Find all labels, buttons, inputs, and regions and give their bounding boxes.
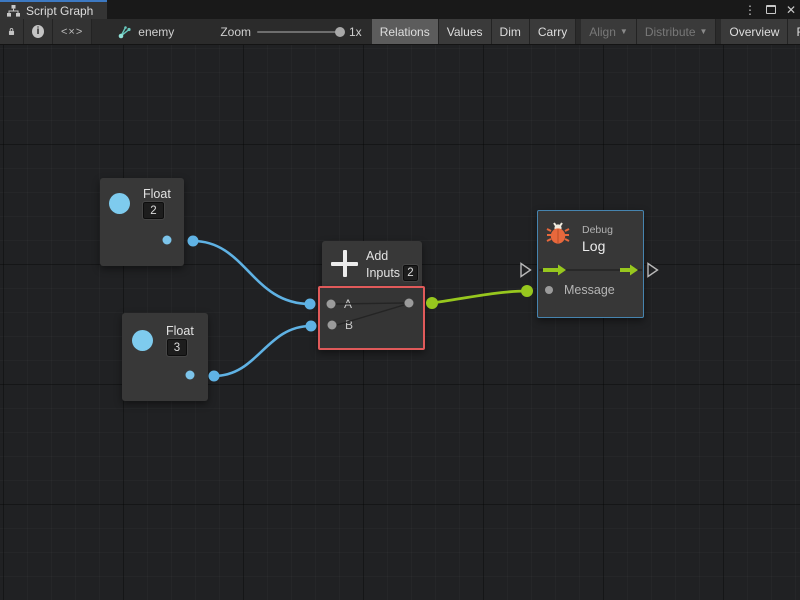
connection-endpoint[interactable] xyxy=(521,285,533,297)
zoom-label: Zoom xyxy=(220,25,251,39)
connection-endpoint[interactable] xyxy=(188,236,199,247)
connection-add-to-message[interactable] xyxy=(432,291,527,303)
node-title: Float xyxy=(166,324,194,338)
node-add-header[interactable]: Add Inputs 2 xyxy=(322,241,422,286)
connection-endpoint[interactable] xyxy=(306,321,317,332)
connection-endpoint[interactable] xyxy=(209,371,220,382)
zoom-control: Zoom 1x xyxy=(210,19,371,44)
align-dropdown[interactable]: Align ▼ xyxy=(581,19,637,44)
graph-toolbar: i <×> enemy Zoom 1x Relations Values Dim xyxy=(0,19,800,45)
dim-toggle[interactable]: Dim xyxy=(492,19,530,44)
connection-float3-to-b[interactable] xyxy=(214,326,311,376)
graph-hierarchy-icon xyxy=(7,5,20,17)
message-port-label: Message xyxy=(564,283,615,297)
values-toggle[interactable]: Values xyxy=(439,19,492,44)
relations-toggle[interactable]: Relations xyxy=(372,19,439,44)
connection-float2-to-a[interactable] xyxy=(193,241,310,304)
float-literal-icon xyxy=(109,193,130,214)
node-category: Debug xyxy=(582,224,613,236)
script-graph-asset-icon xyxy=(118,25,132,39)
overview-button[interactable]: Overview xyxy=(721,19,788,44)
more-options-icon[interactable]: ⋮ xyxy=(744,4,756,16)
tab-script-graph[interactable]: Script Graph xyxy=(0,0,107,19)
node-add-body-selected[interactable]: A B xyxy=(318,286,425,350)
zoom-value: 1x xyxy=(349,25,362,39)
float-value-field[interactable]: 3 xyxy=(167,339,187,356)
port-a-label: A xyxy=(344,297,352,311)
info-button[interactable]: i xyxy=(24,19,53,44)
zoom-slider-handle[interactable] xyxy=(335,27,345,37)
graph-name: enemy xyxy=(138,25,174,39)
connection-endpoint[interactable] xyxy=(305,299,316,310)
code-preview-button[interactable]: <×> xyxy=(53,19,92,44)
flow-output-connector[interactable] xyxy=(648,264,658,277)
node-float-3[interactable]: Float 3 xyxy=(122,313,208,401)
zoom-slider[interactable] xyxy=(257,31,343,33)
inputs-count-field[interactable]: 2 xyxy=(403,265,418,281)
node-debug-log-focused[interactable]: Debug Log Message xyxy=(537,210,644,318)
window-controls: ⋮ ✕ xyxy=(744,0,796,19)
float-literal-icon xyxy=(132,330,153,351)
connection-endpoint[interactable] xyxy=(426,297,438,309)
graph-breadcrumb[interactable]: enemy xyxy=(108,19,184,44)
close-icon[interactable]: ✕ xyxy=(786,4,796,16)
tab-title: Script Graph xyxy=(26,4,93,18)
chevron-down-icon: ▼ xyxy=(620,27,628,36)
tab-strip: Script Graph ⋮ ✕ xyxy=(0,0,800,19)
distribute-dropdown[interactable]: Distribute ▼ xyxy=(637,19,717,44)
add-plus-icon xyxy=(331,250,358,277)
chevron-down-icon: ▼ xyxy=(700,27,708,36)
flow-input-connector[interactable] xyxy=(521,264,531,277)
float-value-field[interactable]: 2 xyxy=(143,202,164,219)
carry-toggle[interactable]: Carry xyxy=(530,19,576,44)
visual-scripting-window: Script Graph ⋮ ✕ i <×> xyxy=(0,0,800,600)
full-screen-button[interactable]: Full Screen xyxy=(788,19,800,44)
port-b-label: B xyxy=(345,318,353,332)
lock-button[interactable] xyxy=(0,19,24,44)
graph-canvas[interactable]: Float 2 Float 3 Add Inputs 2 A B xyxy=(0,45,800,600)
maximize-icon[interactable] xyxy=(766,5,776,14)
node-title: Add xyxy=(366,249,388,263)
info-icon: i xyxy=(32,25,44,38)
node-float-2[interactable]: Float 2 xyxy=(100,178,184,266)
lock-icon xyxy=(8,25,15,38)
inputs-label: Inputs xyxy=(366,266,400,280)
code-icon: <×> xyxy=(61,26,83,38)
node-title: Log xyxy=(582,238,605,254)
node-title: Float xyxy=(143,187,171,201)
debug-bug-icon xyxy=(546,221,570,246)
